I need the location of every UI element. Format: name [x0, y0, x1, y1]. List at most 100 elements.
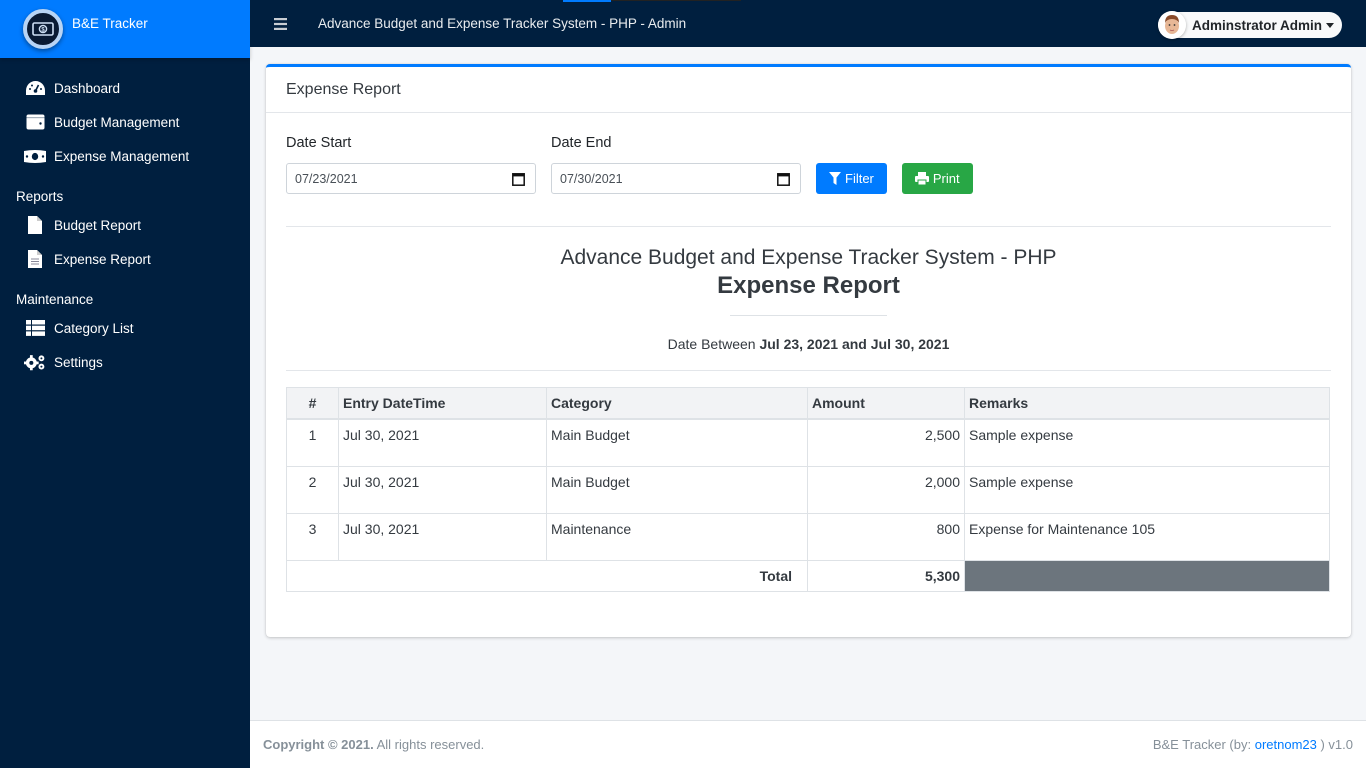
- report-header: Advance Budget and Expense Tracker Syste…: [286, 246, 1331, 352]
- cell-remarks: Sample expense: [964, 465, 1330, 514]
- report-date-range: Date Between Jul 23, 2021 and Jul 30, 20…: [286, 336, 1331, 352]
- nav-header-maintenance: Maintenance: [16, 292, 94, 307]
- sidebar-item-dashboard[interactable]: Dashboard: [0, 71, 250, 105]
- sidebar-item-expense-report[interactable]: Expense Report: [0, 242, 250, 276]
- cell-num: 3: [286, 512, 339, 561]
- sidebar-item-budget-report[interactable]: Budget Report: [0, 208, 250, 242]
- report-title: Expense Report: [717, 272, 900, 299]
- table-row: 3 Jul 30, 2021 Maintenance 800 Expense f…: [286, 512, 1330, 561]
- col-header-remarks: Remarks: [964, 387, 1330, 420]
- date-and: and: [841, 336, 867, 352]
- cell-amount: 2,000: [807, 465, 965, 514]
- cogs-icon: [24, 352, 46, 372]
- footer-copyright: Copyright © 2021. All rights reserved.: [263, 737, 484, 752]
- sidebar-item-settings[interactable]: Settings: [0, 345, 250, 379]
- sidebar-item-label: Expense Management: [54, 148, 190, 164]
- rights-text: All rights reserved.: [373, 737, 485, 752]
- table-header-row: # Entry DateTime Category Amount Remarks: [286, 387, 1330, 420]
- date-start-label: Date Start: [286, 135, 352, 151]
- cell-category: Maintenance: [546, 512, 808, 561]
- print-button[interactable]: Print: [901, 163, 973, 194]
- th-list-icon: [24, 318, 46, 338]
- filter-icon: [829, 172, 841, 185]
- footer-credits: B&E Tracker (by: oretnom23 ) v1.0: [1153, 737, 1353, 752]
- date-start-input[interactable]: 07/23/2021: [286, 163, 536, 194]
- print-button-label: Print: [932, 171, 960, 186]
- col-header-amount: Amount: [807, 387, 965, 420]
- expense-report-card: Expense Report Date Start 07/23/2021 Dat…: [266, 64, 1351, 637]
- sidebar: $ B&E Tracker Dashboard Budget Managemen…: [0, 0, 250, 768]
- user-dropdown[interactable]: Adminstrator Admin: [1157, 11, 1342, 39]
- calendar-icon[interactable]: [777, 172, 790, 186]
- sidebar-item-label: Expense Report: [54, 251, 151, 267]
- cell-date: Jul 30, 2021: [338, 512, 547, 561]
- divider: [286, 226, 1331, 227]
- filter-button[interactable]: Filter: [816, 163, 887, 194]
- date-prefix: Date Between: [667, 336, 756, 352]
- avatar: [1157, 11, 1186, 39]
- top-navbar: Advance Budget and Expense Tracker Syste…: [250, 0, 1366, 47]
- page-loading-bar: [563, 0, 611, 2]
- cell-amount: 2,500: [807, 418, 965, 467]
- author-link[interactable]: oretnom23: [1255, 737, 1317, 752]
- cell-num: 1: [286, 418, 339, 467]
- cell-remarks: Sample expense: [964, 418, 1330, 467]
- money-bill-icon: [24, 146, 46, 166]
- date-to: Jul 30, 2021: [870, 336, 950, 352]
- app-title: Advance Budget and Expense Tracker Syste…: [318, 16, 687, 31]
- date-start-value: 07/23/2021: [295, 171, 358, 186]
- hamburger-icon: [273, 17, 287, 30]
- date-end-input[interactable]: 07/30/2021: [551, 163, 801, 194]
- file-alt-icon: [24, 249, 46, 269]
- col-header-num: #: [286, 387, 339, 420]
- cell-category: Main Budget: [546, 465, 808, 514]
- sidebar-item-label: Category List: [54, 320, 134, 336]
- app-credit-text: B&E Tracker (by:: [1152, 737, 1255, 752]
- sidebar-item-category-list[interactable]: Category List: [0, 311, 250, 345]
- divider: [730, 315, 887, 316]
- wallet-icon: [24, 112, 46, 132]
- total-remarks-filler: [964, 559, 1330, 592]
- cell-remarks: Expense for Maintenance 105: [964, 512, 1330, 561]
- sidebar-item-label: Settings: [54, 354, 103, 370]
- file-icon: [24, 215, 46, 235]
- date-from: Jul 23, 2021: [759, 336, 839, 352]
- total-label: Total: [286, 559, 808, 592]
- total-row: Total 5,300: [286, 559, 1330, 592]
- caret-down-icon: [1326, 22, 1334, 28]
- table-row: 2 Jul 30, 2021 Main Budget 2,000 Sample …: [286, 465, 1330, 514]
- sidebar-item-label: Dashboard: [54, 80, 121, 96]
- expense-table: # Entry DateTime Category Amount Remarks…: [286, 387, 1330, 592]
- cell-num: 2: [286, 465, 339, 514]
- cell-category: Main Budget: [546, 418, 808, 467]
- version-text: ) v1.0: [1316, 737, 1353, 752]
- filter-button-label: Filter: [845, 171, 874, 186]
- nav-header-reports: Reports: [16, 189, 64, 204]
- footer: Copyright © 2021. All rights reserved. B…: [250, 720, 1366, 768]
- tachometer-icon: [24, 78, 46, 98]
- cell-date: Jul 30, 2021: [338, 465, 547, 514]
- sidebar-item-budget-management[interactable]: Budget Management: [0, 105, 250, 139]
- cell-date: Jul 30, 2021: [338, 418, 547, 467]
- brand-name: B&E Tracker: [72, 15, 148, 31]
- print-icon: [914, 172, 929, 185]
- table-row: 1 Jul 30, 2021 Main Budget 2,500 Sample …: [286, 418, 1330, 467]
- sidebar-nav: Dashboard Budget Management Expense Mana…: [0, 58, 250, 379]
- sidebar-toggle-button[interactable]: [250, 17, 310, 30]
- date-end-label: Date End: [551, 135, 612, 151]
- cell-amount: 800: [807, 512, 965, 561]
- date-end-value: 07/30/2021: [560, 171, 623, 186]
- col-header-entry-datetime: Entry DateTime: [338, 387, 547, 420]
- sidebar-item-label: Budget Report: [54, 217, 142, 233]
- brand-logo-icon: $: [23, 9, 63, 49]
- page-loading-track: [611, 0, 741, 1]
- filter-form: Date Start 07/23/2021 Date End 07/30/202…: [286, 135, 1331, 194]
- user-name: Adminstrator Admin: [1191, 17, 1322, 33]
- copyright-text: Copyright © 2021.: [263, 737, 374, 752]
- total-value: 5,300: [807, 559, 965, 592]
- sidebar-item-label: Budget Management: [54, 114, 180, 130]
- sidebar-item-expense-management[interactable]: Expense Management: [0, 139, 250, 173]
- card-title: Expense Report: [266, 67, 1351, 113]
- calendar-icon[interactable]: [512, 172, 525, 186]
- brand-link[interactable]: $ B&E Tracker: [0, 0, 250, 58]
